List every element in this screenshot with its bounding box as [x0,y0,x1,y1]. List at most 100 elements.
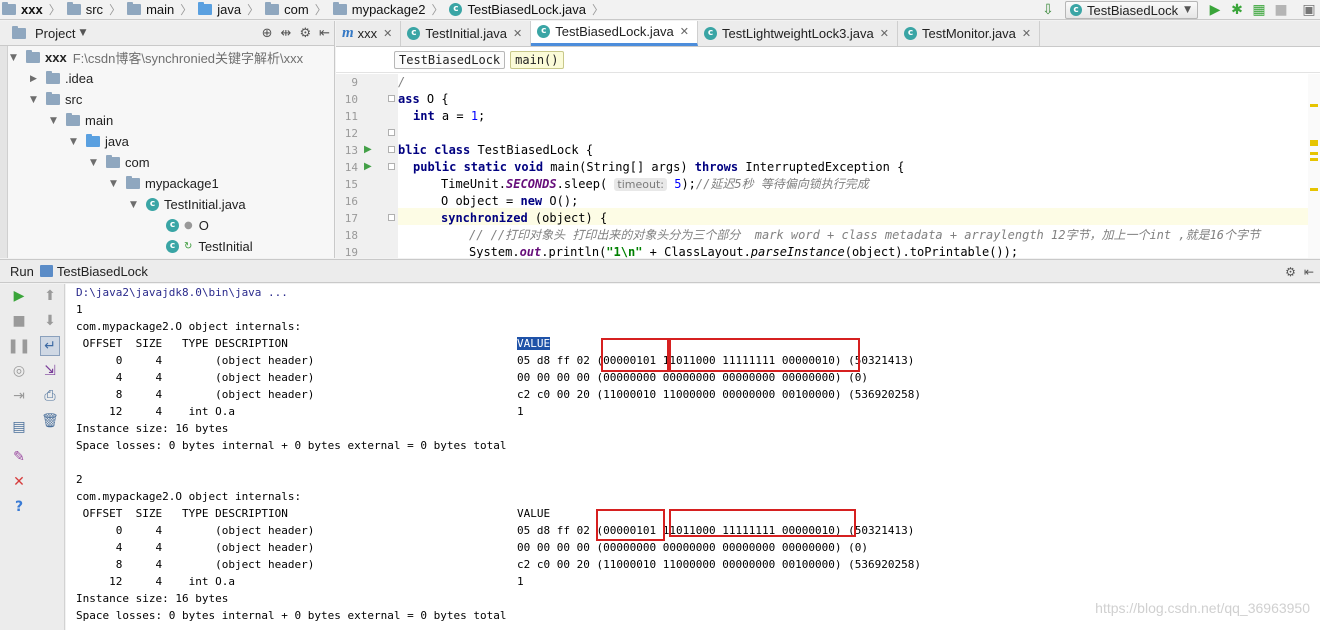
hide-icon[interactable]: ⇤ [319,26,330,41]
close-icon[interactable]: ✕ [9,472,29,492]
line-number: 19 [344,246,358,258]
fold-marker-icon[interactable] [388,146,395,153]
console-table-header: OFFSET SIZE TYPE DESCRIPTION [76,337,288,350]
tree-item-main[interactable]: ▼ main [50,110,113,131]
line-number: 16 [344,195,358,208]
close-icon[interactable]: ✕ [383,27,392,40]
error-stripe[interactable] [1308,74,1320,258]
run-configuration-select[interactable]: c TestBiasedLock ▼ [1065,1,1198,19]
close-icon[interactable]: ✕ [880,27,889,40]
console-table-header: OFFSET SIZE TYPE DESCRIPTION [76,507,288,520]
nav-crumb-com[interactable]: com 〉 [263,0,331,20]
layout-icon[interactable]: ▤ [9,417,29,437]
collapse-all-icon[interactable]: ⇹ [281,26,292,41]
stop-icon[interactable]: ■ [1270,0,1292,20]
up-arrow-icon[interactable]: ⬆ [40,286,60,306]
line-number: 10 [344,93,358,106]
console-row-value: 1 [517,575,524,588]
clear-all-icon[interactable]: 🗑 [40,411,60,431]
pin-icon[interactable]: ✎ [9,447,29,467]
fold-marker-icon[interactable] [388,95,395,102]
tree-item-src[interactable]: ▼ src [30,89,82,110]
tree-item-java[interactable]: ▼ java [70,131,129,152]
soft-wrap-icon[interactable]: ↵ [40,336,60,356]
tree-item-class-testinitial[interactable]: c ↻ TestInitial [166,236,253,257]
breadcrumb-method[interactable]: main() [510,50,564,69]
project-icon [12,25,26,39]
tab-testmonitor[interactable]: c TestMonitor.java ✕ [898,21,1041,46]
fold-marker-icon[interactable] [388,214,395,221]
line-number: 15 [344,178,358,191]
code-editor: m xxx ✕ c TestInitial.java ✕ c TestBiasedLock… [336,21,1320,258]
run-icon[interactable]: ▶ [1204,0,1226,20]
tab-testbiasedlock[interactable]: c TestBiasedLock.java ✕ [531,21,698,46]
warning-marker[interactable] [1310,158,1318,161]
run-class-gutter-icon[interactable]: ▶ [364,144,372,155]
package-icon [126,176,140,189]
fold-marker-icon[interactable] [388,129,395,136]
tree-item-class-o[interactable]: c ● O [166,215,209,236]
chevron-right-icon: 〉 [247,3,260,17]
console-line: com.mypackage2.O object internals: [76,320,302,333]
coverage-icon[interactable]: ▦ [1248,0,1270,20]
locate-icon[interactable]: ⊕ [262,26,273,41]
fold-marker-icon[interactable] [388,163,395,170]
warning-marker[interactable] [1310,152,1318,155]
close-icon[interactable]: ✕ [513,27,522,40]
class-file-icon: c [407,27,421,40]
warning-marker[interactable] [1310,104,1318,107]
project-panel-title[interactable]: Project [35,26,75,41]
tree-item-mypackage1[interactable]: ▼ mypackage1 [110,173,219,194]
dropdown-arrow-icon[interactable]: ▼ [79,28,86,38]
down-arrow-icon[interactable]: ⬇ [40,311,60,331]
exit-icon[interactable]: ⇥ [9,386,29,406]
nav-crumb-file[interactable]: c TestBiasedLock.java 〉 [447,0,608,20]
console-output[interactable]: D:\java2\javajdk8.0\bin\java ... 1 com.m… [66,284,1320,630]
run-config-tab[interactable]: TestBiasedLock [57,264,148,279]
code-line-14: public static void main(String[] args) t… [413,160,905,174]
dump-threads-icon[interactable]: ◎ [9,361,29,381]
tab-xxx[interactable]: m xxx ✕ [336,21,402,46]
tree-item-project-root[interactable]: ▼ xxx F:\csdn博客\synchronied关键字解析\xxx [10,47,303,68]
nav-crumb-main[interactable]: main 〉 [125,0,196,20]
folder-icon [66,113,80,126]
warning-marker[interactable] [1310,140,1318,146]
module-icon: m [342,25,354,41]
scroll-to-end-icon[interactable]: ⇲ [40,361,60,381]
tab-testinitial[interactable]: c TestInitial.java ✕ [401,21,532,46]
expanded-arrow-icon: ▼ [90,157,97,168]
project-structure-icon[interactable]: ▣ [1298,0,1320,20]
warning-marker[interactable] [1310,188,1318,191]
print-icon[interactable]: ⎙ [40,386,60,406]
rerun-icon[interactable]: ▶ [9,286,29,306]
run-main-gutter-icon[interactable]: ▶ [364,161,372,172]
nav-crumb-project[interactable]: xxx 〉 [0,0,65,20]
console-line: Space losses: 0 bytes internal + 0 bytes… [76,439,507,452]
close-icon[interactable]: ✕ [1022,27,1031,40]
build-icon[interactable]: ⇩ [1037,0,1059,20]
stop-icon[interactable]: ■ [9,311,29,331]
run-panel-title[interactable]: Run [10,264,34,279]
pause-icon[interactable]: ❚❚ [7,336,30,356]
expanded-arrow-icon: ▼ [10,52,17,63]
folder-icon [46,92,60,105]
settings-gear-icon[interactable]: ⚙ [1285,265,1296,279]
breadcrumb-class[interactable]: TestBiasedLock [394,50,506,69]
hide-icon[interactable]: ⇤ [1304,265,1314,279]
tree-item-testinitial-java[interactable]: ▼ c TestInitial.java [130,194,246,215]
console-command: D:\java2\javajdk8.0\bin\java ... [76,286,288,299]
tree-item-idea[interactable]: ▶ .idea [30,68,93,89]
debug-icon[interactable]: ✱ [1226,0,1248,20]
help-icon[interactable]: ? [9,497,29,517]
nav-crumb-mypackage2[interactable]: mypackage2 〉 [331,0,448,20]
nav-crumb-java[interactable]: java 〉 [196,0,263,20]
class-icon: c [166,219,179,232]
chevron-right-icon: 〉 [314,3,327,17]
settings-gear-icon[interactable]: ⚙ [299,26,311,41]
tab-testlightweightlock3[interactable]: c TestLightweightLock3.java ✕ [698,21,898,46]
dropdown-arrow-icon: ▼ [1184,5,1191,15]
project-panel: Project ▼ ⊕ ⇹ ⚙ ⇤ ▼ xxx F:\csdn博客\synchron… [0,21,335,258]
close-icon[interactable]: ✕ [680,25,689,38]
nav-crumb-src[interactable]: src 〉 [65,0,125,20]
tree-item-com[interactable]: ▼ com [90,152,150,173]
